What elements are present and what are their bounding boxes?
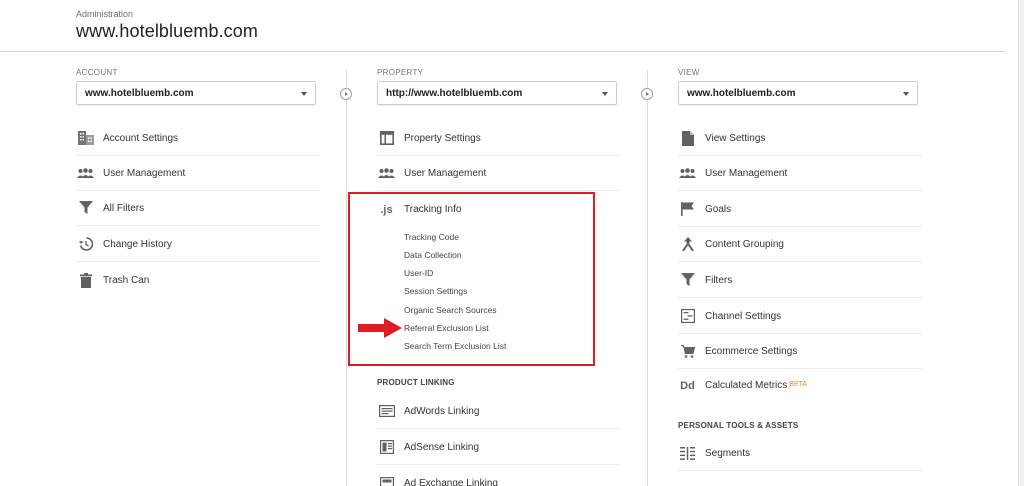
users-icon [679,165,696,181]
beta-badge: BETA [789,381,808,388]
document-icon [679,130,696,146]
property-settings-link[interactable]: Property Settings [377,121,621,156]
view-selector[interactable]: www.hotelbluemb.com [678,81,918,105]
dd-icon: Dd [680,379,695,392]
adwords-linking-label: AdWords Linking [404,405,480,417]
trash-icon [77,273,94,289]
property-selector[interactable]: http://www.hotelbluemb.com [377,81,617,105]
tracking-info-highlight-box [348,192,595,366]
account-user-management-label: User Management [103,167,186,179]
account-label: ACCOUNT [76,68,118,77]
channel-settings-label: Channel Settings [705,310,782,322]
column-divider [346,70,347,486]
segments-link[interactable]: Segments [678,436,922,471]
flag-icon [679,201,696,217]
adsense-linking-label: AdSense Linking [404,441,480,453]
all-filters-label: All Filters [103,202,145,214]
trash-can-link[interactable]: Trash Can [76,263,320,298]
content-grouping-label: Content Grouping [705,238,784,250]
ad-exchange-linking-link[interactable]: Ad Exchange Linking [377,466,621,486]
content-grouping-link[interactable]: Content Grouping [678,227,922,262]
cart-icon [679,343,696,359]
view-filters-label: Filters [705,274,733,286]
property-settings-label: Property Settings [404,132,481,144]
filter-icon [679,272,696,288]
view-label: VIEW [678,68,700,77]
arrow-right-icon [641,88,653,100]
red-arrow-icon [358,318,402,338]
column-divider [647,70,648,486]
change-history-label: Change History [103,238,172,250]
view-settings-link[interactable]: View Settings [678,121,922,156]
users-icon [77,165,94,181]
building-icon [77,130,94,146]
account-settings-link[interactable]: Account Settings [76,121,320,156]
property-label: PROPERTY [377,68,424,77]
filter-icon [77,200,94,216]
history-icon [77,236,94,252]
goals-link[interactable]: Goals [678,192,922,227]
product-linking-heading: PRODUCT LINKING [377,378,455,387]
page-title: www.hotelbluemb.com [76,21,258,41]
window-icon [378,130,395,146]
view-user-management-label: User Management [705,167,788,179]
account-selected-value: www.hotelbluemb.com [85,88,194,99]
adwords-icon [378,403,395,419]
segments-label: Segments [705,447,751,459]
goals-label: Goals [705,203,732,215]
users-icon [378,165,395,181]
page-scrollbar[interactable] [1018,0,1024,486]
personal-tools-heading: PERSONAL TOOLS & ASSETS [678,421,799,430]
trash-can-label: Trash Can [103,275,150,286]
adsense-icon [378,439,395,455]
property-user-management-link[interactable]: User Management [377,156,621,191]
adsense-linking-link[interactable]: AdSense Linking [377,430,621,465]
all-filters-link[interactable]: All Filters [76,191,320,226]
breadcrumb[interactable]: Administration [76,9,133,19]
property-user-management-label: User Management [404,167,487,179]
property-selected-value: http://www.hotelbluemb.com [386,88,523,99]
adwords-linking-link[interactable]: AdWords Linking [377,394,621,429]
calculated-metrics-link[interactable]: Dd Calculated Metrics BETA [678,368,922,403]
adexchange-icon [378,476,395,486]
chevron-down-icon [602,92,608,96]
view-selected-value: www.hotelbluemb.com [687,88,796,99]
channel-icon [679,308,696,324]
account-settings-label: Account Settings [103,132,179,144]
channel-settings-link[interactable]: Channel Settings [678,299,922,334]
view-filters-link[interactable]: Filters [678,263,922,298]
arrow-right-icon [340,88,352,100]
view-settings-label: View Settings [705,132,766,144]
ad-exchange-linking-label: Ad Exchange Linking [404,478,498,486]
change-history-link[interactable]: Change History [76,227,320,262]
chevron-down-icon [903,92,909,96]
page-header: Administration www.hotelbluemb.com [0,0,1006,52]
grouping-icon [679,236,696,252]
account-selector[interactable]: www.hotelbluemb.com [76,81,316,105]
segments-icon [679,445,696,461]
chevron-down-icon [301,92,307,96]
ecommerce-settings-label: Ecommerce Settings [705,345,798,357]
calculated-metrics-label: Calculated Metrics [705,380,788,391]
view-user-management-link[interactable]: User Management [678,156,922,191]
account-user-management-link[interactable]: User Management [76,156,320,191]
ecommerce-settings-link[interactable]: Ecommerce Settings [678,334,922,369]
